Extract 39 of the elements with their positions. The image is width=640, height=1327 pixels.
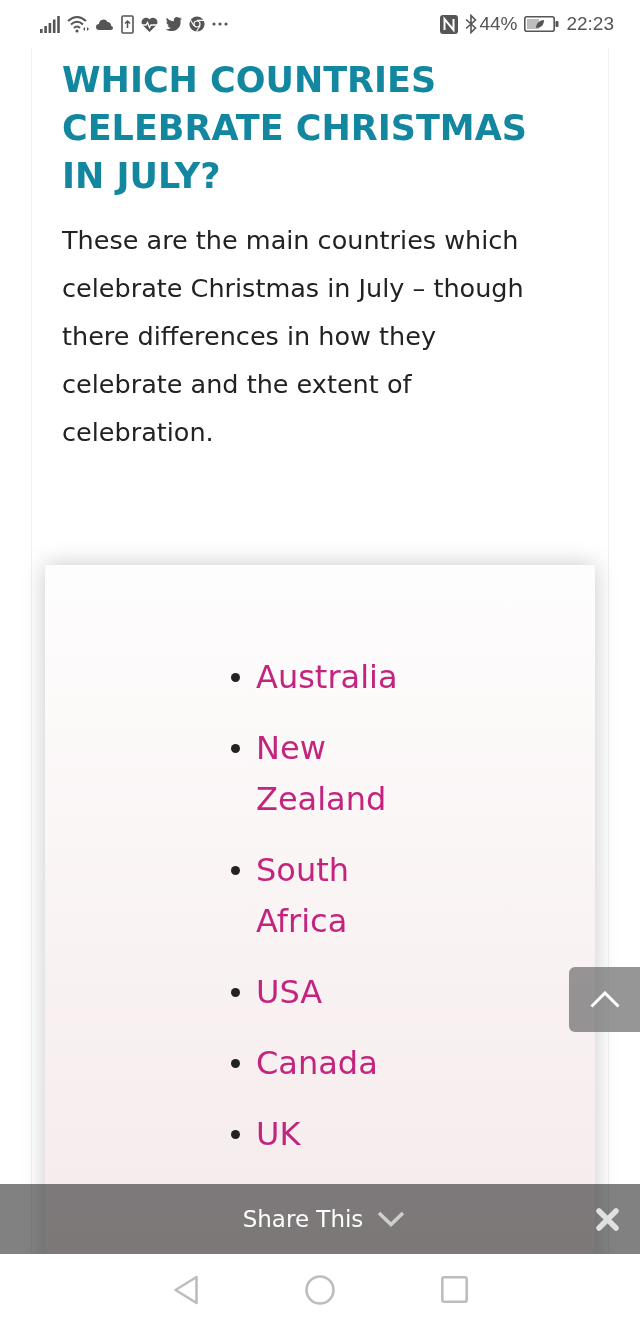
country-link[interactable]: South Africa xyxy=(256,845,431,947)
back-to-top-button[interactable] xyxy=(569,967,640,1032)
wifi-icon xyxy=(67,15,89,33)
more-dots-icon xyxy=(212,22,228,26)
bullet-icon xyxy=(231,1059,240,1068)
clock-time: 22:23 xyxy=(566,13,614,35)
chevron-down-icon xyxy=(377,1211,406,1227)
bullet-icon xyxy=(231,988,240,997)
country-link[interactable]: Canada xyxy=(256,1038,431,1089)
recents-button[interactable] xyxy=(440,1276,468,1303)
recents-icon xyxy=(440,1276,468,1303)
back-button[interactable] xyxy=(172,1274,199,1305)
article-paragraph: These are the main countries which celebrate Christmas in July – though there differences in how they celebrate and the extent of celebration. xyxy=(62,224,525,449)
share-button[interactable]: Share This xyxy=(242,1206,406,1232)
bird-icon xyxy=(165,17,182,31)
article-heading: WHICH COUNTRIES CELEBRATE CHRISTMAS IN JULY? xyxy=(62,59,528,198)
country-link[interactable]: USA xyxy=(256,967,431,1018)
battery-percent: 44% xyxy=(479,13,518,35)
home-button[interactable] xyxy=(304,1274,335,1305)
bullet-icon xyxy=(231,673,240,682)
country-link[interactable]: UK xyxy=(256,1109,431,1160)
heart-pulse-icon xyxy=(141,16,158,32)
chevron-up-icon xyxy=(589,991,620,1008)
country-link[interactable]: New Zealand xyxy=(256,723,431,825)
home-icon xyxy=(304,1274,335,1305)
signal-icon xyxy=(40,15,60,33)
cloud-icon xyxy=(96,18,114,30)
bullet-icon xyxy=(231,744,240,753)
country-link[interactable]: Australia xyxy=(256,652,431,703)
close-button[interactable] xyxy=(596,1208,619,1231)
nfc-icon xyxy=(440,14,459,34)
bullet-icon xyxy=(231,866,240,875)
back-icon xyxy=(172,1274,199,1305)
upload-icon xyxy=(121,14,134,34)
bluetooth-icon xyxy=(465,14,478,34)
browser-logo-icon xyxy=(189,16,205,32)
close-icon xyxy=(596,1208,619,1231)
bullet-icon xyxy=(231,1130,240,1139)
battery-icon xyxy=(524,16,560,32)
